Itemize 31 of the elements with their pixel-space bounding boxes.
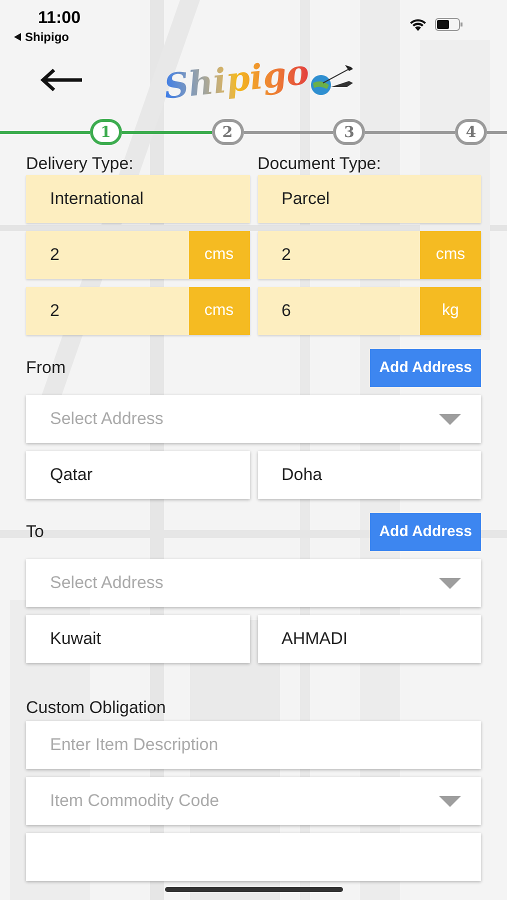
back-to-app-link[interactable]: Shipigo <box>25 28 69 46</box>
add-address-button[interactable]: Add Address <box>370 513 481 551</box>
measurement-field[interactable]: 6 kg <box>258 287 481 335</box>
dropdown-caret-icon <box>439 796 461 806</box>
wifi-icon <box>409 18 427 31</box>
field-label: Delivery Type: <box>26 153 134 173</box>
unit-label: cms <box>420 231 481 279</box>
field-label: Document Type: <box>258 153 382 173</box>
unit-label: kg <box>420 287 481 335</box>
section-label: Custom Obligation <box>26 697 167 717</box>
measurement-field[interactable]: 2 cms <box>26 231 250 279</box>
country-field[interactable]: Qatar <box>26 451 250 499</box>
input-field[interactable] <box>26 833 481 881</box>
add-address-button[interactable]: Add Address <box>370 349 481 387</box>
section-label: To <box>26 521 44 544</box>
city-field[interactable]: AHMADI <box>258 615 481 663</box>
unit-label: cms <box>188 287 250 335</box>
dropdown-caret-icon <box>439 578 461 588</box>
measurement-field[interactable]: 2 cms <box>26 287 250 335</box>
dropdown-caret-icon <box>439 414 461 424</box>
measurement-field[interactable]: 2 cms <box>258 231 481 279</box>
status-time: 11:00 <box>38 8 81 28</box>
section-label: From <box>26 357 66 380</box>
back-triangle-icon <box>14 33 21 41</box>
type-field[interactable]: Parcel <box>258 175 481 223</box>
unit-label: cms <box>188 231 250 279</box>
type-field[interactable]: International <box>26 175 250 223</box>
city-field[interactable]: Doha <box>258 451 481 499</box>
globe-plane-icon <box>309 63 356 97</box>
battery-icon <box>435 18 463 31</box>
country-field[interactable]: Kuwait <box>26 615 250 663</box>
